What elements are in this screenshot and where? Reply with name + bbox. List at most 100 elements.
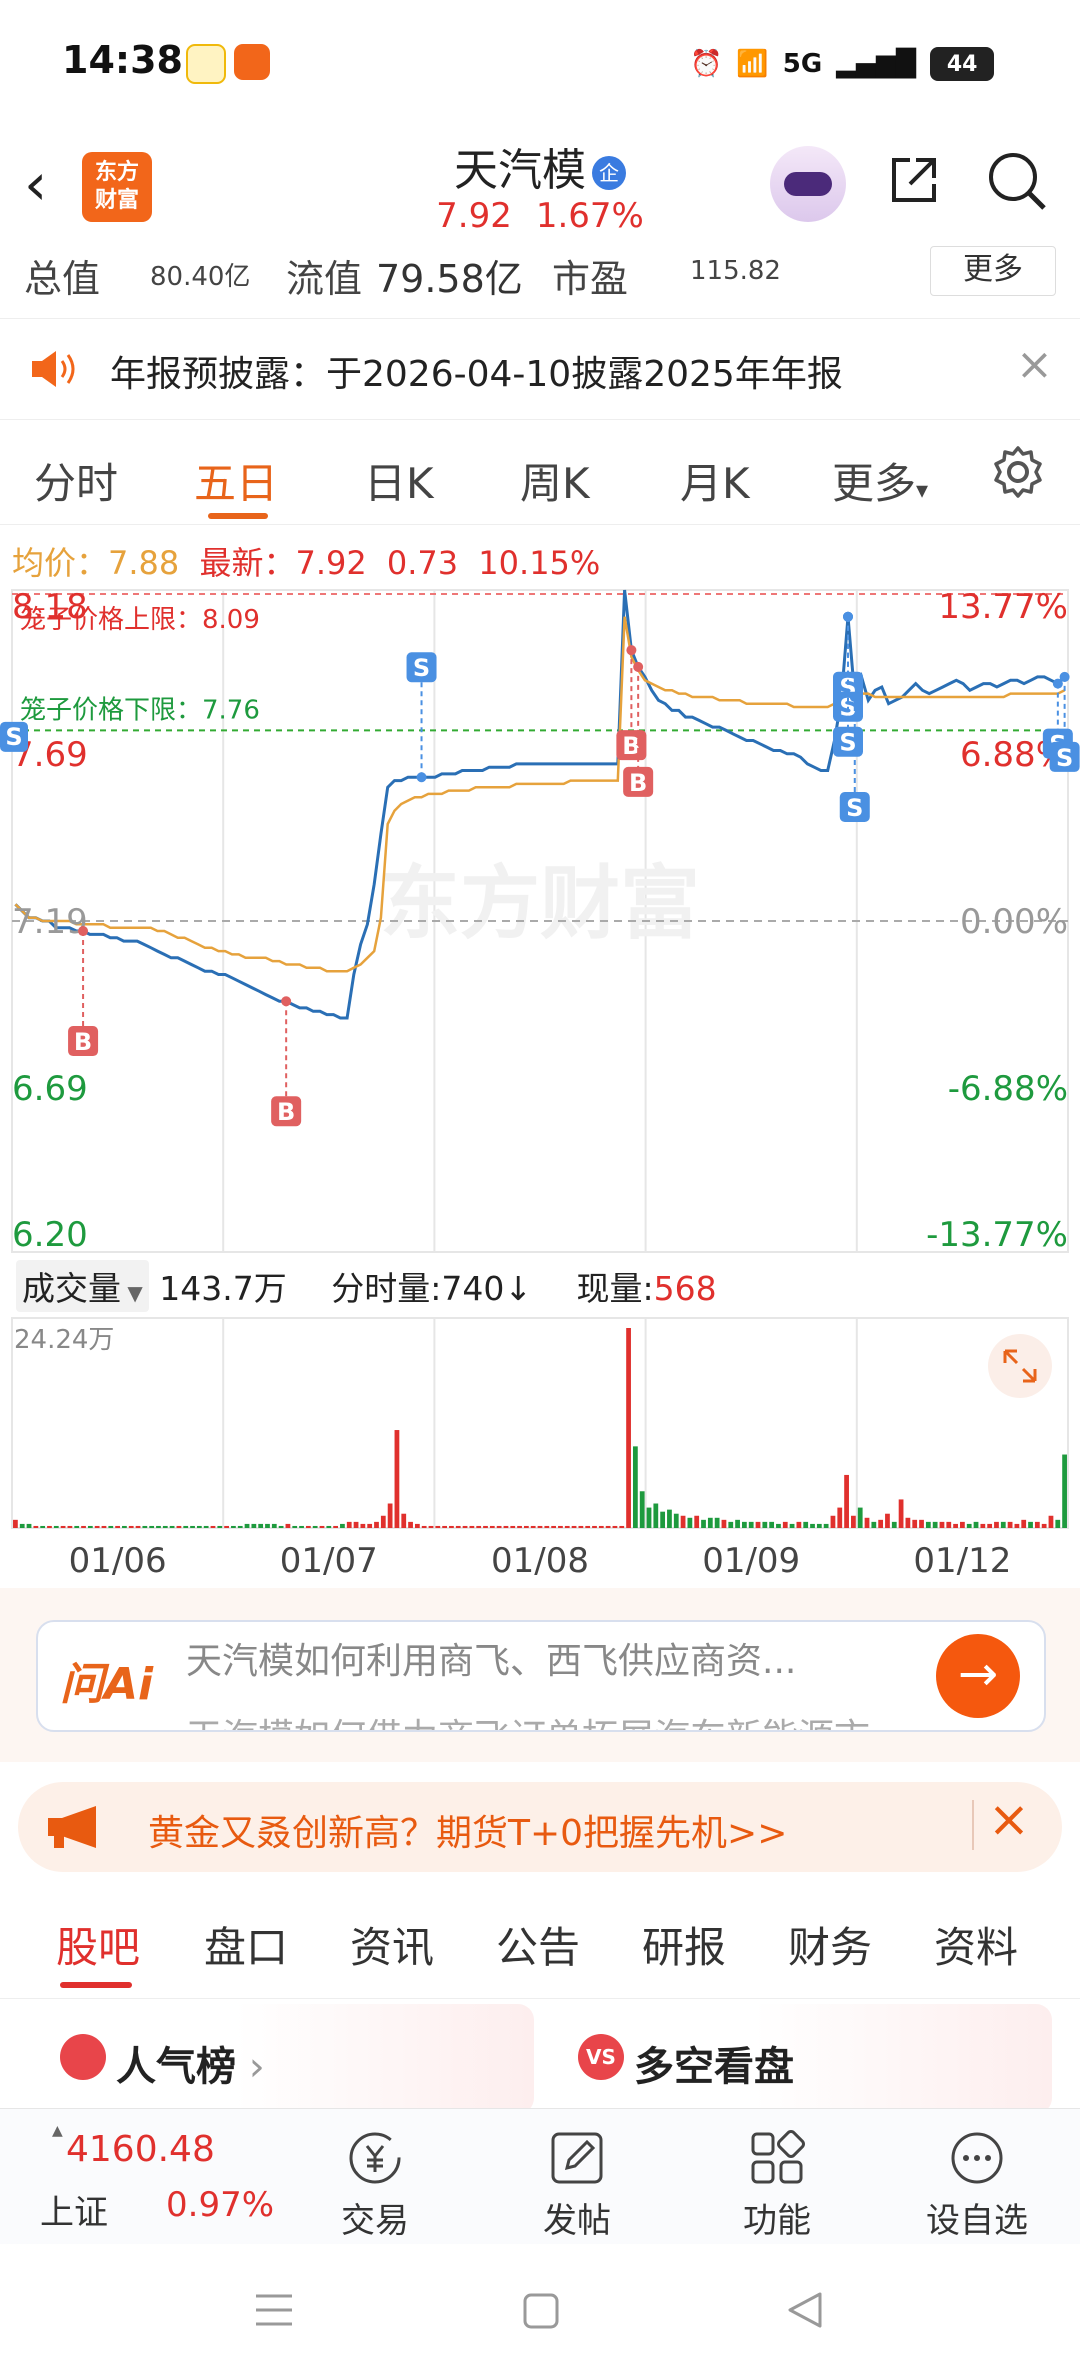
volume-bar [108,1525,114,1528]
assistant-robot-icon[interactable] [770,146,846,222]
volume-bar [74,1525,80,1528]
tab-forum[interactable]: 股吧 [56,1914,140,1975]
settings-gear-icon[interactable] [990,444,1046,500]
volume-bar [251,1523,257,1528]
y-axis-left-tick: 6.20 [12,1215,88,1255]
volume-bar [1021,1519,1027,1528]
ai-submit-arrow-icon[interactable]: → [936,1634,1020,1718]
chevron-right-icon: › [236,2044,265,2090]
index-name[interactable]: 上证 [40,2185,108,2234]
back-nav-icon[interactable] [786,2290,824,2330]
edit-icon [551,2132,603,2184]
volume-bar [939,1521,945,1528]
volume-select-label: 成交量 [22,1269,121,1308]
weibo-icon [186,44,226,84]
tab-news[interactable]: 资讯 [350,1914,434,1975]
popularity-card[interactable]: 人气榜 › [36,2004,534,2114]
nav-trade[interactable]: 交易 [310,2123,440,2242]
volume-bar [844,1474,849,1528]
volume-bar [660,1511,666,1528]
tab-finance[interactable]: 财务 [788,1914,872,1975]
volume-bar [592,1525,597,1528]
alarm-icon: ⏰ [690,49,723,79]
announcement-text: 年报预披露：于2026-04-10披露2025年年报 [110,354,843,395]
trade-marker-dot [78,926,89,937]
ai-search-box[interactable]: 问Ai 天汽模如何利用商飞、西飞供应商资... 天汽模如何借力商飞订单拓展汽车新… [36,1620,1046,1732]
close-icon[interactable]: × [1016,339,1053,390]
active-tab-indicator [208,513,268,519]
volume-bar [864,1517,870,1528]
menu-icon[interactable] [254,2292,294,2328]
promo-close-icon[interactable]: × [988,1790,1030,1848]
volume-indicator-select[interactable]: 成交量 ▼ [16,1260,149,1312]
trade-marker-label: S [846,794,863,822]
tab-research[interactable]: 研报 [642,1914,726,1975]
volume-bar [503,1525,509,1528]
promo-banner[interactable]: 黄金又叒创新高？期货T+0把握先机>> × [18,1782,1062,1872]
x-axis-date-label: 01/07 [280,1541,378,1580]
tab-profile[interactable]: 资料 [934,1914,1018,1975]
popularity-title: 人气榜 › [116,2034,265,2092]
trade-marker-dot [843,611,853,622]
tab-five-day[interactable]: 五日 [194,450,278,511]
total-value: 80.40亿 [150,262,251,292]
nav-functions[interactable]: 功能 [712,2123,842,2242]
y-axis-right-tick: 13.77% [938,587,1068,627]
more-stats-button[interactable]: 更多 [930,246,1056,296]
volume-bar [1000,1521,1006,1528]
index-value[interactable]: 4160.48 [66,2129,215,2170]
volume-bar [278,1525,284,1528]
tab-weekly-k[interactable]: 周K [520,450,590,511]
current-volume-label: 现量: [576,1269,654,1308]
volume-bar [19,1523,25,1528]
volume-bar [523,1525,529,1528]
tab-more[interactable]: 更多▾ [832,450,928,511]
y-axis-right-tick: -13.77% [926,1215,1068,1255]
bar-chart-icon [60,2034,106,2080]
announcement-bar[interactable]: 年报预披露：于2026-04-10披露2025年年报 × [0,318,1080,420]
volume-bar [203,1525,209,1528]
volume-bar [401,1513,407,1528]
volume-bar [946,1521,952,1528]
volume-bar [265,1523,270,1528]
volume-bar [837,1507,843,1528]
trade-marker-dot [281,996,292,1007]
volume-bar [585,1525,591,1528]
share-icon[interactable] [886,152,942,208]
trade-marker-label: B [629,769,647,797]
volume-bar [714,1517,720,1528]
volume-bar [196,1525,202,1528]
volume-bar [530,1525,536,1528]
volume-bar [673,1513,679,1528]
promo-text: 黄金又叒创新高？期货T+0把握先机>> [148,1813,788,1854]
bull-bear-card[interactable]: VS 多空看盘 [554,2004,1052,2114]
volume-bar [428,1525,434,1528]
volume-bar [748,1521,754,1528]
volume-bar [26,1523,32,1528]
stats-row: 总值 80.40亿 流值 79.58亿 市盈 115.82 [0,242,1080,302]
home-icon[interactable] [522,2292,560,2330]
volume-bar [816,1523,822,1528]
five-day-chart[interactable]: 东方财富8.187.697.196.696.2013.77%6.88%0.00%… [0,580,1080,1580]
timeshare-label: 分时量: [331,1269,442,1308]
volume-bar [564,1525,570,1528]
search-icon[interactable] [986,150,1048,212]
volume-bar [380,1515,386,1528]
tab-daily-k[interactable]: 日K [364,450,434,511]
trade-marker-label: S [5,723,22,751]
volume-bar [387,1503,393,1528]
tab-timeshare[interactable]: 分时 [34,450,118,511]
tab-monthly-k[interactable]: 月K [680,450,750,511]
volume-bar [1041,1523,1047,1528]
nav-post[interactable]: 发帖 [512,2123,642,2242]
volume-bar [1028,1521,1033,1528]
nav-watchlist[interactable]: 设自选 [912,2123,1042,2242]
status-icons: ⏰ 📶 5G ▂▄▆█ 44 [690,34,995,94]
tab-orderbook[interactable]: 盘口 [204,1914,288,1975]
index-change[interactable]: 0.97% [166,2185,274,2225]
volume-bar [857,1507,863,1528]
tab-announcements[interactable]: 公告 [496,1914,580,1975]
enterprise-badge: 企 [592,156,626,190]
volume-bar [101,1525,107,1528]
volume-bar [414,1523,420,1528]
